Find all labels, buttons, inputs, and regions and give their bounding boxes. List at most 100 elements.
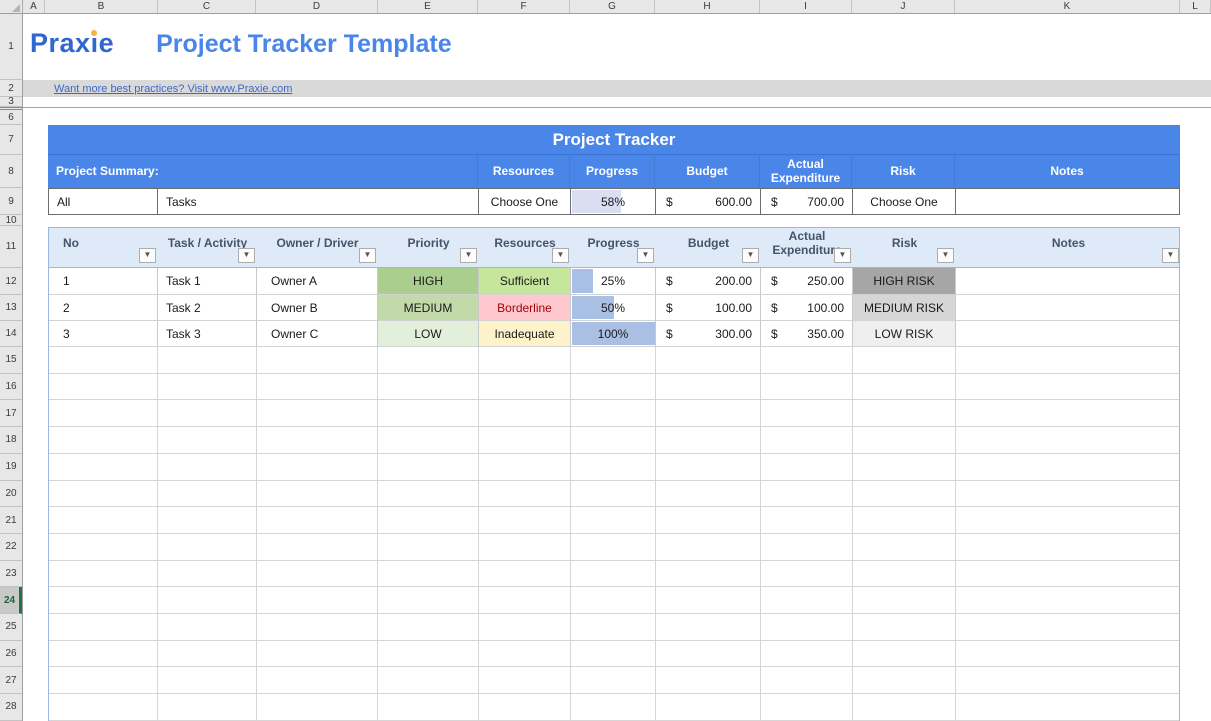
column-header-cell[interactable]: E (378, 0, 478, 13)
empty-cell[interactable] (571, 694, 656, 720)
empty-cell[interactable] (956, 667, 1181, 693)
empty-cell[interactable] (656, 534, 761, 560)
task-table-header-cell[interactable]: Actual Expenditure▼ (761, 228, 853, 267)
row-header-cell[interactable]: 15 (0, 347, 22, 374)
task-cell[interactable]: Task 1 (158, 268, 257, 294)
risk-cell[interactable]: LOW RISK (853, 321, 956, 346)
task-table-header-cell[interactable]: Budget▼ (656, 228, 761, 267)
row-header-cell[interactable]: 27 (0, 667, 22, 694)
empty-cell[interactable] (378, 667, 479, 693)
empty-cell[interactable] (479, 481, 571, 507)
empty-cell[interactable] (158, 534, 257, 560)
empty-cell[interactable] (158, 694, 257, 720)
empty-cell[interactable] (479, 614, 571, 640)
empty-cell[interactable] (656, 374, 761, 400)
empty-cell[interactable] (853, 454, 956, 480)
summary-column-header[interactable]: Risk (852, 155, 955, 188)
notes-cell[interactable] (956, 321, 1181, 346)
empty-cell[interactable] (158, 641, 257, 667)
empty-cell[interactable] (257, 667, 378, 693)
empty-cell[interactable] (49, 427, 158, 453)
empty-cell[interactable] (853, 400, 956, 426)
column-header-cell[interactable]: I (760, 0, 852, 13)
empty-cell[interactable] (257, 614, 378, 640)
empty-cell[interactable] (378, 694, 479, 720)
empty-cell[interactable] (571, 374, 656, 400)
task-table-header-cell[interactable]: Notes▼ (956, 228, 1181, 267)
row-header-cell[interactable]: 23 (0, 561, 22, 588)
progress-cell[interactable]: 50% (571, 295, 656, 320)
empty-cell[interactable] (479, 427, 571, 453)
task-table-header-cell[interactable]: No▼ (49, 228, 158, 267)
empty-cell[interactable] (49, 614, 158, 640)
empty-cell[interactable] (956, 614, 1181, 640)
empty-cell[interactable] (853, 347, 956, 373)
empty-cell[interactable] (656, 587, 761, 613)
row-header-cell[interactable]: 24 (0, 587, 22, 614)
empty-cell[interactable] (956, 427, 1181, 453)
column-header-cell[interactable]: C (158, 0, 256, 13)
task-cell[interactable]: Task 3 (158, 321, 257, 346)
summary-scope-cell[interactable]: All (49, 189, 158, 214)
summary-label-cell[interactable]: Project Summary: (48, 155, 478, 188)
empty-cell[interactable] (257, 347, 378, 373)
progress-cell[interactable]: 25% (571, 268, 656, 294)
empty-cell[interactable] (656, 561, 761, 587)
row-header-cell[interactable]: 8 (0, 155, 22, 188)
summary-notes-cell[interactable] (956, 189, 1181, 214)
empty-cell[interactable] (378, 507, 479, 533)
risk-cell[interactable]: HIGH RISK (853, 268, 956, 294)
empty-cell[interactable] (158, 347, 257, 373)
column-header-cell[interactable]: B (45, 0, 158, 13)
notes-cell[interactable] (956, 268, 1181, 294)
filter-button[interactable]: ▼ (1162, 248, 1179, 263)
actual-cell[interactable]: $100.00 (761, 295, 853, 320)
column-header-cell[interactable]: D (256, 0, 378, 13)
row-header-cell[interactable]: 1 (0, 14, 22, 80)
empty-cell[interactable] (761, 347, 853, 373)
empty-cell[interactable] (378, 347, 479, 373)
empty-cell[interactable] (656, 614, 761, 640)
summary-column-header[interactable]: Progress (570, 155, 655, 188)
empty-cell[interactable] (479, 400, 571, 426)
empty-cell[interactable] (853, 507, 956, 533)
empty-cell[interactable] (761, 534, 853, 560)
actual-cell[interactable]: $350.00 (761, 321, 853, 346)
summary-resources-cell[interactable]: Choose One (479, 189, 571, 214)
resources-cell[interactable]: Sufficient (479, 268, 571, 294)
row-header-cell[interactable]: 28 (0, 694, 22, 721)
empty-cell[interactable] (761, 614, 853, 640)
empty-cell[interactable] (378, 400, 479, 426)
row-header-cell[interactable]: 13 (0, 295, 22, 321)
empty-cell[interactable] (158, 507, 257, 533)
column-header-cell[interactable]: A (23, 0, 45, 13)
owner-cell[interactable]: Owner C (257, 321, 378, 346)
priority-cell[interactable]: MEDIUM (378, 295, 479, 320)
row-header-cell[interactable]: 3 (0, 97, 22, 107)
empty-cell[interactable] (853, 534, 956, 560)
row-header-cell[interactable]: 20 (0, 481, 22, 508)
empty-cell[interactable] (571, 481, 656, 507)
empty-cell[interactable] (761, 561, 853, 587)
empty-cell[interactable] (656, 481, 761, 507)
filter-button[interactable]: ▼ (834, 248, 851, 263)
empty-cell[interactable] (378, 534, 479, 560)
empty-cell[interactable] (956, 374, 1181, 400)
empty-cell[interactable] (479, 374, 571, 400)
empty-cell[interactable] (853, 481, 956, 507)
budget-cell[interactable]: $200.00 (656, 268, 761, 294)
empty-cell[interactable] (571, 347, 656, 373)
empty-cell[interactable] (257, 400, 378, 426)
empty-cell[interactable] (49, 641, 158, 667)
progress-cell[interactable]: 100% (571, 321, 656, 346)
no-cell[interactable]: 3 (49, 321, 158, 346)
empty-cell[interactable] (761, 587, 853, 613)
empty-cell[interactable] (49, 534, 158, 560)
empty-cell[interactable] (761, 481, 853, 507)
row-header-cell[interactable]: 26 (0, 641, 22, 668)
empty-cell[interactable] (571, 641, 656, 667)
empty-cell[interactable] (571, 587, 656, 613)
priority-cell[interactable]: LOW (378, 321, 479, 346)
empty-cell[interactable] (257, 427, 378, 453)
empty-cell[interactable] (761, 427, 853, 453)
